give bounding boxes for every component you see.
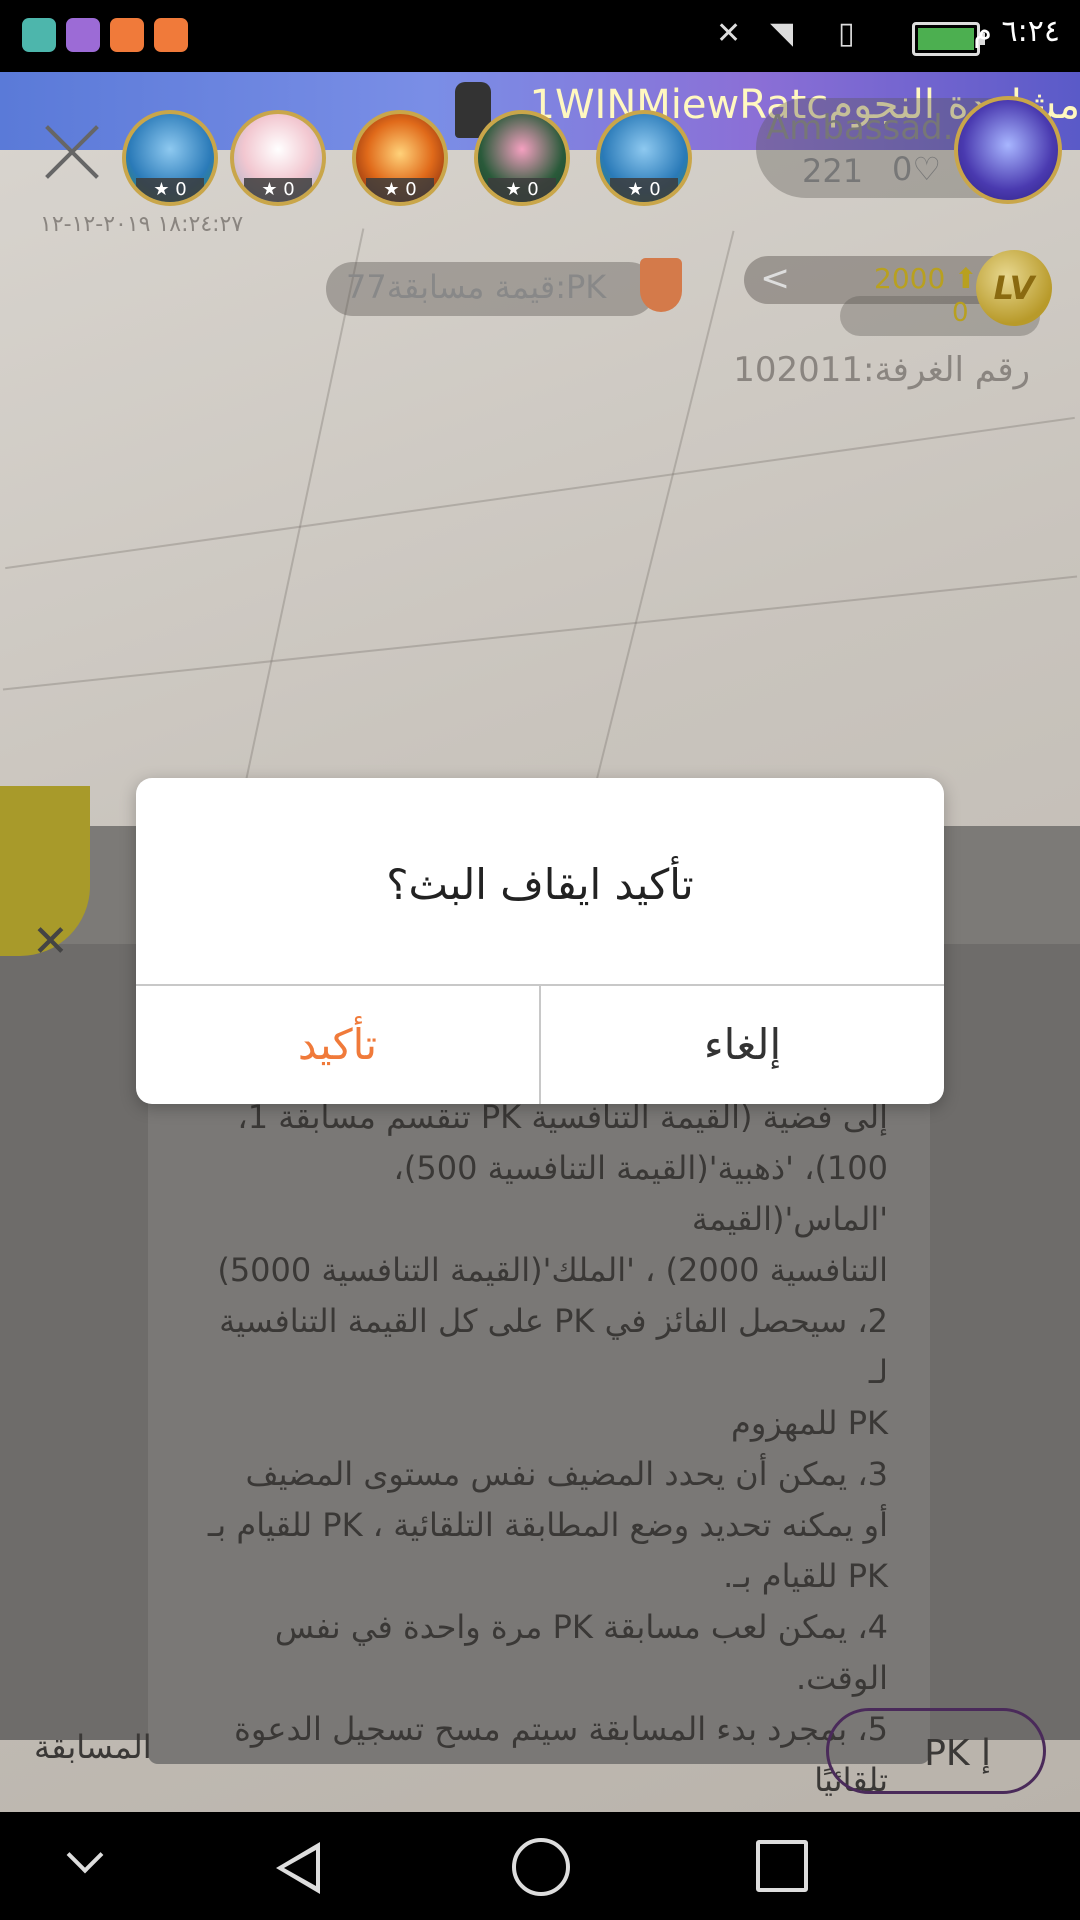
viewer-stars: ★ 0 [366, 178, 434, 202]
viewer-avatar[interactable]: ★ 0 [230, 110, 326, 206]
panel-close-icon[interactable]: ✕ [32, 916, 69, 967]
shield-icon [640, 258, 682, 312]
close-icon[interactable] [40, 120, 104, 184]
pk-button[interactable]: PK إ [826, 1708, 1046, 1794]
home-icon[interactable] [512, 1838, 570, 1896]
cancel-button[interactable]: إلغاء [541, 986, 944, 1104]
dialog-title: تأكيد ايقاف البث؟ [386, 860, 694, 909]
battery-icon [912, 22, 985, 56]
room-number: رقم الغرفة:102011 [733, 350, 1030, 390]
confirm-button[interactable]: تأكيد [136, 986, 539, 1104]
match-label: المسابقة [34, 1728, 152, 1766]
status-bar: ✕ ◥ ▯ ٦:٢٤ م [0, 0, 1080, 72]
viewer-avatar[interactable]: ★ 0 [596, 110, 692, 206]
gallery-icon [66, 18, 100, 52]
clock: ٦:٢٤ م [973, 14, 1060, 49]
back-icon[interactable] [276, 1842, 320, 1894]
music-icon [110, 18, 144, 52]
mute-icon: ✕ [716, 16, 742, 51]
viewer-stars: ★ 0 [610, 178, 678, 202]
android-icon [22, 18, 56, 52]
pk-rules-text: إلى فضية (القيمة التنافسية PK تنقسم مساب… [207, 1098, 888, 1799]
pk-value-text: قيمة مسابقة77:PK [346, 268, 607, 306]
sim-icon: ▯ [838, 16, 855, 51]
viewer-avatar[interactable]: ★ 0 [474, 110, 570, 206]
host-avatar[interactable] [954, 96, 1062, 204]
host-count: 221 [802, 152, 864, 190]
stream-datetime: ١٨:٢٤:٢٧ ٢٠١٩-١٢-١٢ [40, 212, 244, 237]
music-icon [154, 18, 188, 52]
navigation-bar [0, 1812, 1080, 1920]
coin-sub-count: 0 [952, 298, 969, 328]
heart-icon: 0♡ [892, 150, 942, 188]
level-badge: LV [976, 250, 1052, 326]
coin-count: 2000 ⬆ [874, 262, 978, 295]
recents-icon[interactable] [756, 1840, 808, 1892]
viewer-avatar[interactable]: ★ 0 [352, 110, 448, 206]
wifi-icon: ◥ [770, 16, 794, 51]
chevron-down-icon[interactable] [66, 1836, 104, 1874]
chevron-left-icon[interactable]: < [760, 258, 790, 299]
viewer-stars: ★ 0 [136, 178, 204, 202]
viewer-stars: ★ 0 [488, 178, 556, 202]
viewer-stars: ★ 0 [244, 178, 312, 202]
confirm-stop-dialog: تأكيد ايقاف البث؟ تأكيد إلغاء [136, 778, 944, 1104]
viewer-avatar[interactable]: ★ 0 [122, 110, 218, 206]
host-name: Ambassad... [766, 108, 976, 148]
